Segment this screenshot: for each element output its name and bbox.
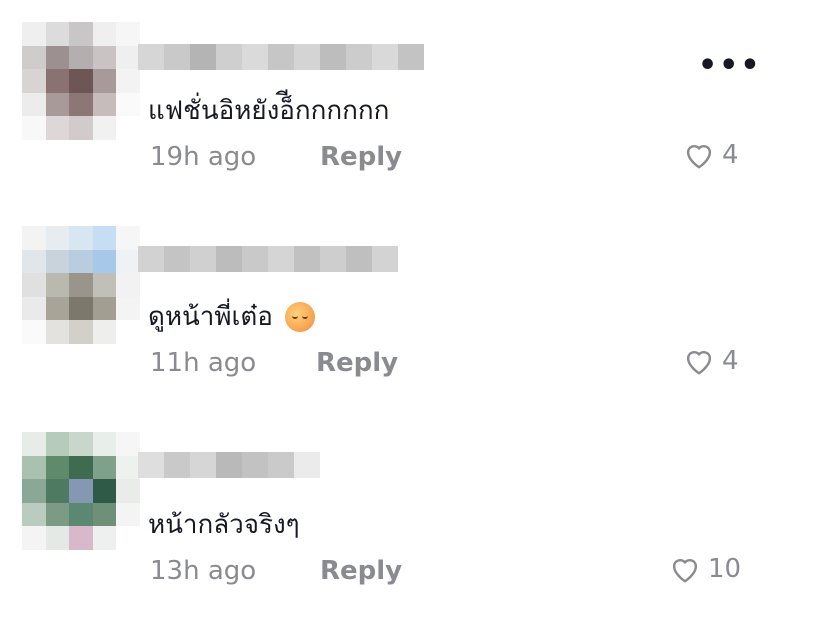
heart-outline-icon <box>672 558 698 583</box>
heart-outline-icon <box>686 144 712 169</box>
reply-button[interactable]: Reply <box>320 556 402 586</box>
comment-text-content: ดูหน้าพี่เต๋อ <box>148 302 273 332</box>
heart-outline-icon <box>686 350 712 375</box>
comment-text: หน้ากลัวจริงๆ <box>148 504 300 545</box>
comment-timestamp: 19h ago <box>150 142 257 172</box>
like-button[interactable]: 4 <box>682 346 739 376</box>
like-button[interactable]: 10 <box>668 554 741 584</box>
avatar[interactable] <box>22 432 140 550</box>
comment-timestamp: 13h ago <box>150 556 257 586</box>
username-redacted[interactable] <box>138 246 398 272</box>
comment-text: ดูหน้าพี่เต๋อ <box>148 296 315 337</box>
reply-button[interactable]: Reply <box>316 348 398 378</box>
like-count: 4 <box>722 346 739 376</box>
woozy-face-emoji <box>284 301 315 332</box>
more-options-icon[interactable]: ••• <box>698 48 762 83</box>
username-redacted[interactable] <box>138 452 320 478</box>
avatar[interactable] <box>22 226 140 344</box>
like-button[interactable]: 4 <box>682 140 739 170</box>
like-count: 10 <box>708 554 742 584</box>
avatar[interactable] <box>22 22 140 140</box>
reply-button[interactable]: Reply <box>320 142 402 172</box>
username-redacted[interactable] <box>138 44 424 70</box>
comment-text-content: หน้ากลัวจริงๆ <box>148 510 300 540</box>
comment-text-content: แฟชั่นอิหยังอ็ีกกกกกก <box>148 96 390 126</box>
comment-text: แฟชั่นอิหยังอ็ีกกกกกก <box>148 90 389 131</box>
like-count: 4 <box>722 140 739 170</box>
comment-timestamp: 11h ago <box>150 348 257 378</box>
